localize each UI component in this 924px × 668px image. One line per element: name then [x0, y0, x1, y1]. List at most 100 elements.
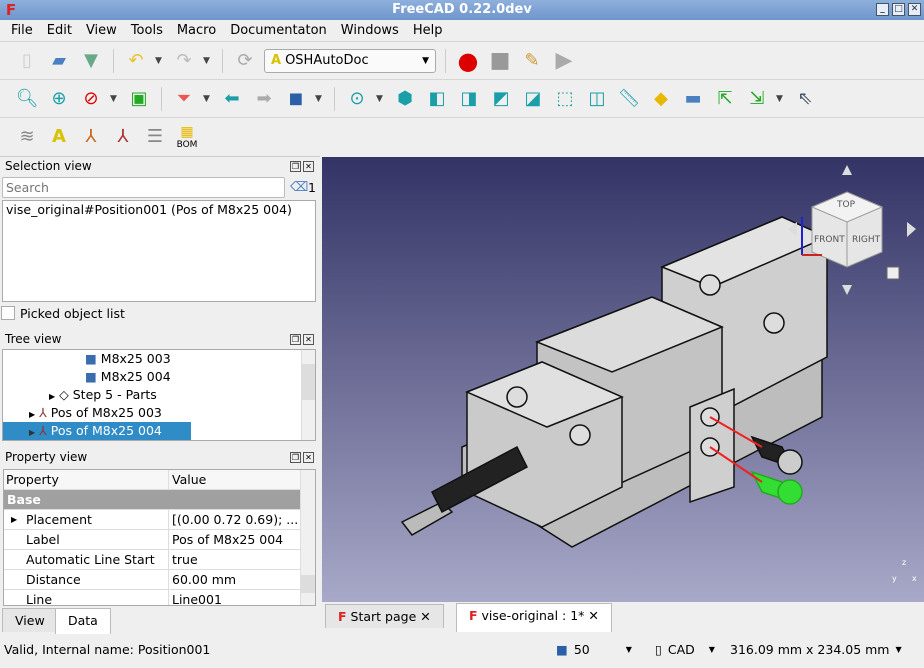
- fit-all-icon[interactable]: 🔍︎: [14, 86, 40, 112]
- selection-item[interactable]: vise_original#Position001 (Pos of M8x25 …: [3, 201, 315, 218]
- rotate-right-icon[interactable]: [907, 222, 916, 237]
- maximize-button[interactable]: □: [892, 3, 905, 16]
- save-icon[interactable]: ▼: [78, 48, 104, 74]
- right-view-icon[interactable]: ◩: [488, 86, 514, 112]
- view-menu-icon[interactable]: [886, 266, 900, 280]
- undo-dropdown[interactable]: ▼: [155, 56, 165, 66]
- close-panel-icon[interactable]: ✕: [303, 334, 314, 345]
- close-tab-icon[interactable]: ✕: [588, 608, 598, 623]
- position-part-icon[interactable]: ⅄: [78, 124, 104, 150]
- rotate-down-icon[interactable]: [842, 285, 852, 295]
- link-actions-icon[interactable]: ⇲: [744, 86, 770, 112]
- tree-item[interactable]: ■ M8x25 004: [85, 368, 171, 386]
- annotation-icon[interactable]: A: [46, 124, 72, 150]
- menu-windows[interactable]: Windows: [334, 20, 406, 41]
- create-part-icon[interactable]: ◆: [648, 86, 674, 112]
- property-row[interactable]: Label Pos of M8x25 004: [4, 530, 300, 550]
- new-file-icon[interactable]: ▯: [14, 48, 40, 74]
- close-panel-icon[interactable]: ✕: [303, 452, 314, 463]
- float-panel-icon[interactable]: ❐: [290, 452, 301, 463]
- column-header-value[interactable]: Value: [169, 470, 206, 489]
- fit-selection-icon[interactable]: ⊕: [46, 86, 72, 112]
- whats-this-icon[interactable]: ⇖: [792, 86, 818, 112]
- link-icon[interactable]: ◼: [283, 86, 309, 112]
- navcube-top-label[interactable]: TOP: [836, 200, 856, 210]
- menu-macro[interactable]: Macro: [170, 20, 223, 41]
- tree-scrollbar[interactable]: [301, 350, 315, 440]
- dimension-display[interactable]: 316.09 mm x 234.05 mm ▼: [730, 638, 902, 662]
- minimize-button[interactable]: _: [876, 3, 889, 16]
- tab-start-page[interactable]: F Start page ✕: [325, 604, 444, 628]
- close-button[interactable]: ✕: [908, 3, 921, 16]
- refresh-icon[interactable]: ⟳: [232, 48, 258, 74]
- property-row[interactable]: Line Line001: [4, 590, 300, 605]
- edit-macro-icon[interactable]: ✎: [519, 48, 545, 74]
- property-row[interactable]: ▶ Placement [(0.00 0.72 0.69); ...: [4, 510, 300, 530]
- sync-dropdown[interactable]: ▼: [376, 94, 386, 104]
- tab-vise-original[interactable]: F vise-original : 1* ✕: [456, 603, 612, 632]
- forward-icon[interactable]: ➡: [251, 86, 277, 112]
- navigation-style-selector[interactable]: ▯ CAD ▼: [655, 638, 715, 662]
- float-panel-icon[interactable]: ❐: [290, 334, 301, 345]
- sync-view-icon[interactable]: ⊙: [344, 86, 370, 112]
- tab-view[interactable]: View: [2, 608, 58, 632]
- tree-item[interactable]: ■ M8x25 003: [85, 350, 171, 368]
- expand-arrow-icon[interactable]: ▶: [29, 410, 35, 419]
- stop-macro-icon[interactable]: ■: [487, 48, 513, 74]
- run-macro-icon[interactable]: ▶: [551, 48, 577, 74]
- menu-help[interactable]: Help: [406, 20, 450, 41]
- link-actions-dropdown[interactable]: ▼: [776, 94, 786, 104]
- menu-tools[interactable]: Tools: [124, 20, 170, 41]
- property-row[interactable]: Automatic Line Start true: [4, 550, 300, 570]
- cache-size[interactable]: ■ 50 ▼: [556, 638, 632, 662]
- axis-icon[interactable]: ⅄: [110, 124, 136, 150]
- menu-edit[interactable]: Edit: [40, 20, 79, 41]
- navcube-right-label[interactable]: RIGHT: [852, 235, 881, 245]
- isometric-view-icon[interactable]: ⬢: [392, 86, 418, 112]
- picked-object-checkbox[interactable]: [1, 306, 15, 320]
- measure-icon[interactable]: 📏︎: [616, 86, 642, 112]
- rotate-up-icon[interactable]: [842, 165, 852, 175]
- bottom-view-icon[interactable]: ⬚: [552, 86, 578, 112]
- tree-item-selected[interactable]: ▶ ⅄ Pos of M8x25 004: [3, 422, 191, 440]
- top-view-icon[interactable]: ◨: [456, 86, 482, 112]
- draw-style-dropdown[interactable]: ▼: [110, 94, 120, 104]
- property-value[interactable]: 60.00 mm: [169, 570, 236, 589]
- float-panel-icon[interactable]: ❐: [290, 161, 301, 172]
- expand-arrow-icon[interactable]: ▶: [11, 510, 17, 530]
- record-macro-icon[interactable]: ●: [455, 47, 481, 75]
- selection-search-input[interactable]: [2, 177, 285, 198]
- expand-arrow-icon[interactable]: ▶: [29, 428, 35, 437]
- left-view-icon[interactable]: ◫: [584, 86, 610, 112]
- workbench-selector[interactable]: A OSHAutoDoc ▼: [264, 48, 436, 73]
- property-value[interactable]: [(0.00 0.72 0.69); ...: [169, 510, 298, 529]
- property-row[interactable]: Distance 60.00 mm: [4, 570, 300, 590]
- menu-documentation[interactable]: Documentaton: [223, 20, 334, 41]
- undo-icon[interactable]: ↶: [123, 48, 149, 74]
- property-value[interactable]: true: [169, 550, 198, 569]
- draw-style-icon[interactable]: ⊘: [78, 86, 104, 112]
- make-link-icon[interactable]: ⇱: [712, 86, 738, 112]
- filter-dropdown[interactable]: ▼: [203, 94, 213, 104]
- front-view-icon[interactable]: ◧: [424, 86, 450, 112]
- tree-item[interactable]: ▶ ⅄ Pos of M8x25 003: [29, 404, 162, 422]
- back-icon[interactable]: ⬅: [219, 86, 245, 112]
- redo-dropdown[interactable]: ▼: [203, 56, 213, 66]
- close-panel-icon[interactable]: ✕: [303, 161, 314, 172]
- 3d-viewport[interactable]: TOP FRONT RIGHT zy x: [322, 157, 924, 602]
- navcube-front-label[interactable]: FRONT: [814, 235, 845, 245]
- menu-view[interactable]: View: [79, 20, 124, 41]
- tab-data[interactable]: Data: [55, 608, 111, 634]
- link-dropdown[interactable]: ▼: [315, 94, 325, 104]
- tree-item[interactable]: ▶ ◇ Step 5 - Parts: [49, 386, 157, 404]
- clear-search-icon[interactable]: ⌫: [290, 180, 308, 195]
- bom-icon[interactable]: ▦ BOM: [174, 124, 200, 150]
- create-group-icon[interactable]: ▬: [680, 86, 706, 112]
- redo-icon[interactable]: ↷: [171, 48, 197, 74]
- expand-arrow-icon[interactable]: ▶: [49, 392, 55, 401]
- close-tab-icon[interactable]: ✕: [420, 609, 430, 624]
- property-scrollbar[interactable]: [300, 470, 315, 605]
- menu-file[interactable]: File: [4, 20, 40, 41]
- column-header-property[interactable]: Property: [4, 470, 169, 489]
- property-value[interactable]: Line001: [169, 590, 222, 605]
